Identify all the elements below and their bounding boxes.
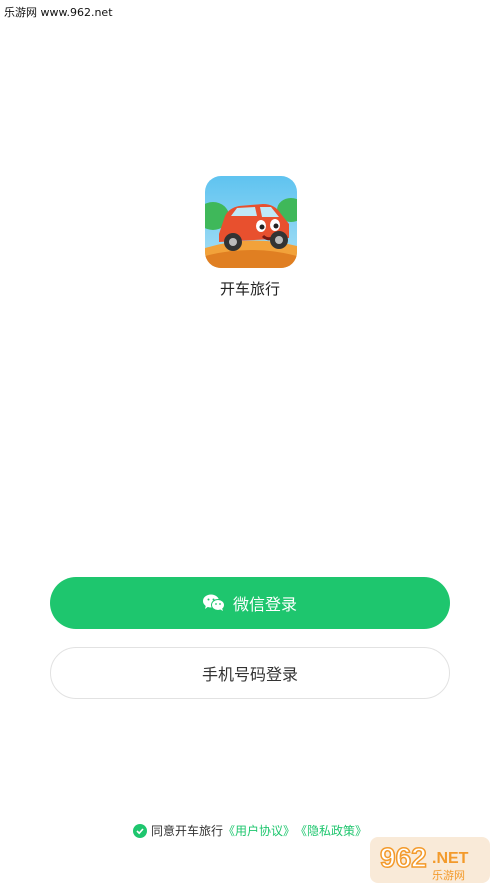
check-circle-icon[interactable] [132,823,147,838]
watermark-top-text: 乐游网 www.962.net [4,6,113,19]
agreement-prefix: 同意开车旅行 [150,824,223,838]
watermark-brand-number: 962 [380,842,427,873]
phone-login-label: 手机号码登录 [201,665,298,684]
wechat-login-button[interactable]: 微信登录 [50,577,450,629]
app-name: 开车旅行 [219,280,280,298]
phone-login-button[interactable]: 手机号码登录 [50,647,450,699]
user-agreement-link[interactable]: 《用户协议》 [223,822,295,839]
privacy-policy-link[interactable]: 《隐私政策》 [295,822,367,839]
watermark-brand-suffix: .NET [432,850,469,867]
app-logo [205,176,297,268]
watermark-brand-logo: 962 .NET 乐游网 [366,833,494,887]
wechat-icon [202,594,225,612]
car-logo-icon [205,176,297,268]
wechat-login-label: 微信登录 [232,595,297,614]
watermark-brand-sub: 乐游网 [432,869,465,882]
